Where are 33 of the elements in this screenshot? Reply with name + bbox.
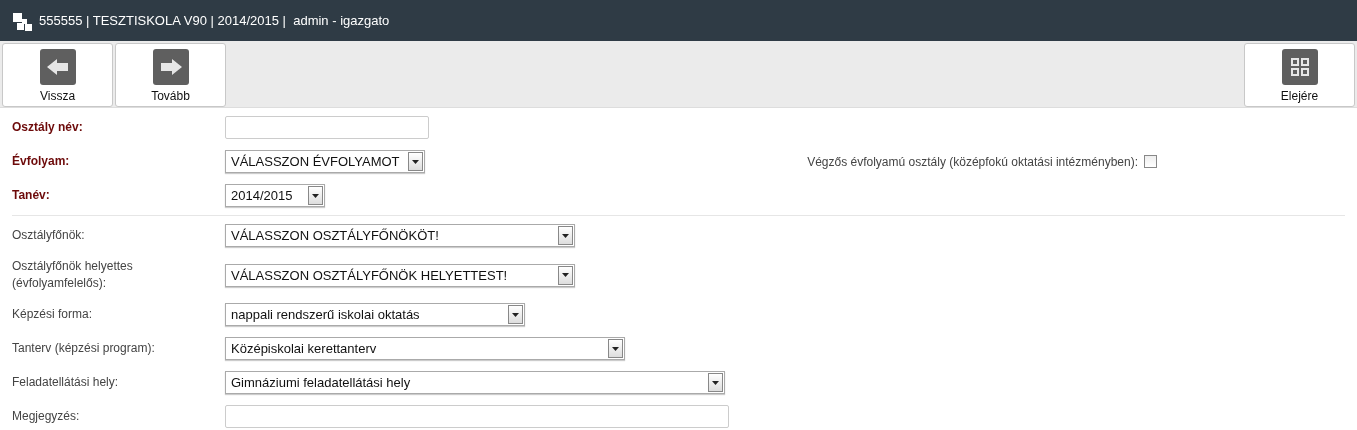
- caret-icon: [408, 152, 423, 171]
- header-title: 555555 | TESZTISKOLA V90 | 2014/2015 | admin - igazgato: [39, 13, 390, 28]
- dropdown[interactable]: VÁLASSZON OSZTÁLYFŐNÖK HELYETTEST!: [225, 263, 575, 287]
- dropdown[interactable]: Gimnáziumi feladatellátási hely: [225, 371, 725, 394]
- input-field[interactable]: [225, 116, 429, 139]
- caret-icon: [708, 373, 723, 392]
- field-label: Osztályfőnök:: [12, 227, 86, 244]
- checkbox-label: Végzős évfolyamú osztály (középfokú oktatási intézményben):: [807, 154, 1138, 169]
- dropdown[interactable]: VÁLASSZON OSZTÁLYFŐNÖKÖT!: [225, 224, 575, 247]
- field-label: Tanév:: [12, 187, 51, 204]
- field-label: Feladatellátási hely:: [12, 374, 120, 391]
- field-label: Megjegyzés:: [12, 408, 81, 425]
- checkbox[interactable]: [1144, 155, 1157, 168]
- input-field[interactable]: [225, 405, 729, 428]
- field-label: Képzési forma:: [12, 306, 94, 323]
- field-label: Tanterv (képzési program):: [12, 340, 156, 357]
- dropdown[interactable]: Középiskolai kerettanterv: [225, 337, 625, 360]
- toolbar-button[interactable]: Vissza: [2, 43, 113, 107]
- dropdown[interactable]: 2014/2015: [225, 184, 325, 207]
- toolbar-button[interactable]: Tovább: [115, 43, 226, 107]
- field-label: Osztály név:: [12, 119, 84, 136]
- caret-icon: [308, 186, 323, 205]
- dropdown[interactable]: VÁLASSZON ÉVFOLYAMOT: [225, 150, 425, 173]
- field-label: Osztályfőnök helyettes (évfolyamfelelős):: [12, 258, 134, 292]
- caret-icon: [608, 339, 623, 358]
- grid-icon: [1281, 49, 1318, 85]
- toolbar-button[interactable]: Elejére: [1244, 43, 1355, 107]
- field-label: Évfolyam:: [12, 153, 71, 170]
- caret-icon: [558, 226, 573, 245]
- dropdown[interactable]: nappali rendszerű iskolai oktatás: [225, 303, 525, 326]
- caret-icon: [508, 305, 523, 324]
- logo-icon: [13, 10, 33, 31]
- caret-icon: [558, 265, 573, 285]
